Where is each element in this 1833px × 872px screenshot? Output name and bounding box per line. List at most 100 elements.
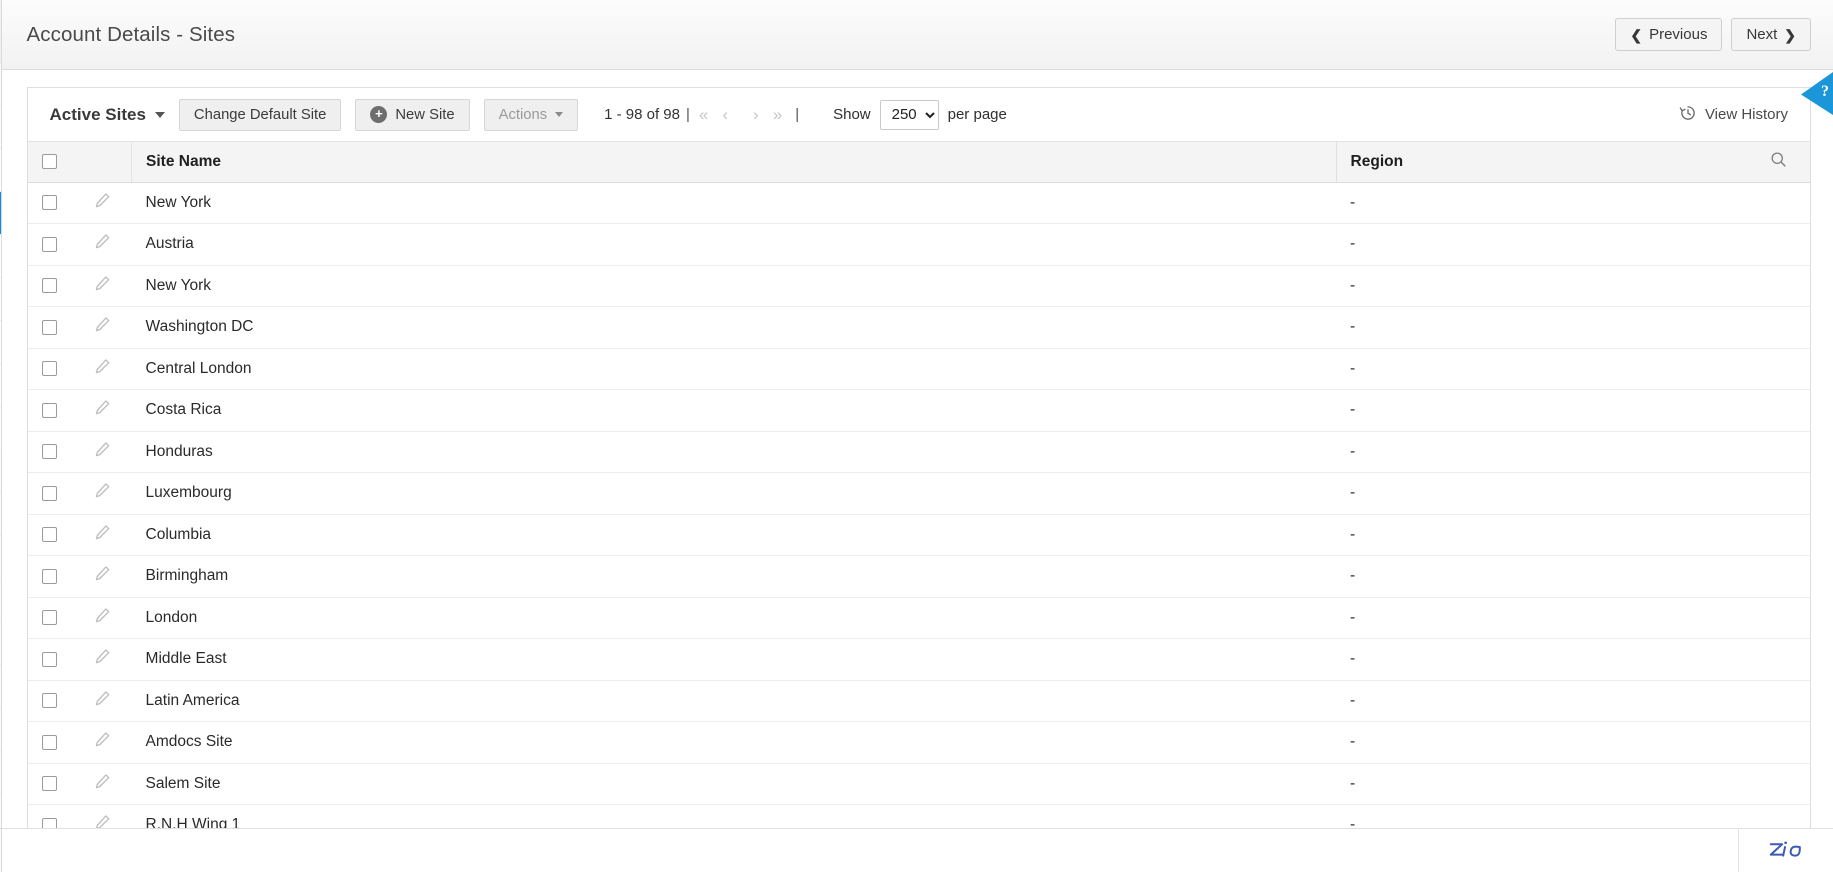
prev-page-button[interactable]: ‹ — [715, 106, 735, 123]
sidebar-item-automation[interactable]: Automation — [0, 665, 1, 708]
cell-site-name[interactable]: Birmingham — [131, 555, 1337, 598]
sidebar-item-msp-details[interactable]: MSP Details — [0, 63, 1, 106]
cell-site-name[interactable]: New York — [131, 182, 1337, 224]
row-checkbox[interactable] — [41, 693, 57, 709]
edit-pencil-icon[interactable] — [88, 315, 112, 334]
next-button[interactable]: Next ❯ — [1731, 18, 1812, 51]
next-page-button[interactable]: › — [735, 106, 766, 123]
view-history-button[interactable]: View History — [1679, 104, 1788, 126]
row-checkbox[interactable] — [41, 527, 57, 543]
row-checkbox[interactable] — [41, 568, 57, 584]
table-row[interactable]: Amdocs Site - — [27, 721, 1811, 764]
edit-pencil-icon[interactable] — [88, 191, 112, 210]
row-end-cell — [1756, 763, 1811, 805]
edit-pencil-icon[interactable] — [88, 730, 112, 749]
table-row[interactable]: Latin America - — [27, 680, 1811, 722]
cell-site-name[interactable]: Washington DC — [131, 306, 1337, 349]
sites-table-scroll[interactable]: Site Name Region New York - Austria - Ne… — [27, 141, 1811, 872]
sidebar-item-user-survey[interactable]: User Survey — [0, 751, 1, 794]
sidebar-item-templates-forms[interactable]: Templates & Forms — [0, 622, 1, 665]
change-default-site-button[interactable]: Change Default Site — [178, 98, 342, 131]
sidebar-item-account-group[interactable]: Account Group — [0, 407, 1, 450]
sidebar-item-billing[interactable]: Billing — [0, 579, 1, 622]
cell-site-name[interactable]: Latin America — [131, 680, 1337, 722]
column-header-region[interactable]: Region — [1336, 142, 1757, 183]
row-select-cell — [27, 638, 74, 681]
row-checkbox[interactable] — [41, 236, 57, 252]
sidebar-item-account-details[interactable]: Account Details — [0, 106, 1, 149]
cell-site-name[interactable]: Amdocs Site — [131, 721, 1337, 764]
table-row[interactable]: Austria - — [27, 223, 1811, 266]
table-row[interactable]: Middle East - — [27, 638, 1811, 681]
edit-pencil-icon[interactable] — [88, 274, 112, 293]
zia-assistant-button[interactable] — [1738, 829, 1833, 872]
cell-site-name[interactable]: Costa Rica — [131, 389, 1337, 432]
previous-button[interactable]: ❮ Previous — [1615, 18, 1723, 51]
edit-pencil-icon[interactable] — [88, 481, 112, 500]
row-checkbox[interactable] — [41, 402, 57, 418]
table-row[interactable]: New York - — [27, 265, 1811, 307]
table-row[interactable]: Columbia - — [27, 514, 1811, 556]
sidebar-item-mail-server-settings[interactable]: Mail Server Settings — [0, 493, 1, 536]
edit-pencil-icon[interactable] — [88, 440, 112, 459]
table-row[interactable]: Costa Rica - — [27, 389, 1811, 432]
cell-site-name[interactable]: Austria — [131, 223, 1337, 266]
active-sites-view-dropdown[interactable]: Active Sites — [50, 105, 165, 125]
app-root: MSP DetailsAccount DetailsRegionsSitesOp… — [0, 0, 1833, 872]
row-checkbox[interactable] — [41, 734, 57, 750]
edit-pencil-icon[interactable] — [88, 772, 112, 791]
edit-pencil-icon[interactable] — [88, 523, 112, 542]
edit-pencil-icon[interactable] — [88, 606, 112, 625]
table-search-button[interactable] — [1756, 142, 1811, 183]
cell-site-name[interactable]: Luxembourg — [131, 472, 1337, 515]
table-row[interactable]: Salem Site - — [27, 763, 1811, 805]
sidebar-item-regions[interactable]: Regions — [0, 149, 1, 192]
table-row[interactable]: New York - — [27, 182, 1811, 224]
sidebar-item-discovery[interactable]: Discovery — [0, 708, 1, 751]
table-row[interactable]: Washington DC - — [27, 306, 1811, 349]
sidebar-item-holidays[interactable]: Holidays — [0, 278, 1, 321]
actions-button[interactable]: Actions — [483, 98, 579, 131]
edit-pencil-icon[interactable] — [88, 647, 112, 666]
cell-site-name[interactable]: Central London — [131, 348, 1337, 390]
edit-pencil-icon[interactable] — [88, 232, 112, 251]
sidebar-item-organization-roles[interactable]: Organization Roles — [0, 364, 1, 407]
row-checkbox[interactable] — [41, 776, 57, 792]
row-checkbox[interactable] — [41, 444, 57, 460]
row-checkbox[interactable] — [41, 610, 57, 626]
sidebar-item-departments[interactable]: Departments — [0, 321, 1, 364]
select-all-checkbox[interactable] — [41, 154, 57, 170]
first-page-button[interactable]: « — [692, 106, 715, 123]
new-site-button[interactable]: + New Site — [355, 98, 470, 131]
sidebar-item-customization[interactable]: Customization — [0, 536, 1, 579]
table-row[interactable]: Central London - — [27, 348, 1811, 390]
last-page-button[interactable]: » — [766, 106, 789, 123]
edit-pencil-icon[interactable] — [88, 564, 112, 583]
previous-button-label: Previous — [1649, 26, 1708, 43]
column-header-site-name[interactable]: Site Name — [131, 142, 1337, 183]
row-checkbox[interactable] — [41, 195, 57, 211]
page-size-select[interactable]: 2550100250 — [879, 99, 939, 130]
edit-pencil-icon[interactable] — [88, 689, 112, 708]
cell-site-name[interactable]: Middle East — [131, 638, 1337, 681]
sidebar-item-sites[interactable]: Sites — [0, 192, 1, 235]
table-row[interactable]: London - — [27, 597, 1811, 639]
sidebar-item-users-permission[interactable]: Users & Permission — [0, 450, 1, 493]
row-checkbox[interactable] — [41, 485, 57, 501]
cell-site-name[interactable]: London — [131, 597, 1337, 639]
table-row[interactable]: Luxembourg - — [27, 472, 1811, 515]
cell-site-name[interactable]: New York — [131, 265, 1337, 307]
cell-site-name[interactable]: Salem Site — [131, 763, 1337, 805]
table-row[interactable]: Birmingham - — [27, 555, 1811, 598]
row-checkbox[interactable] — [41, 651, 57, 667]
sidebar-item-operational-hours[interactable]: Operational hours — [0, 235, 1, 278]
edit-pencil-icon[interactable] — [88, 357, 112, 376]
table-row[interactable]: Honduras - — [27, 431, 1811, 473]
edit-pencil-icon[interactable] — [88, 398, 112, 417]
cell-site-name[interactable]: Columbia — [131, 514, 1337, 556]
row-checkbox[interactable] — [41, 361, 57, 377]
row-checkbox[interactable] — [41, 278, 57, 294]
row-checkbox[interactable] — [41, 319, 57, 335]
help-tab[interactable]: ? — [1797, 72, 1833, 115]
cell-site-name[interactable]: Honduras — [131, 431, 1337, 473]
